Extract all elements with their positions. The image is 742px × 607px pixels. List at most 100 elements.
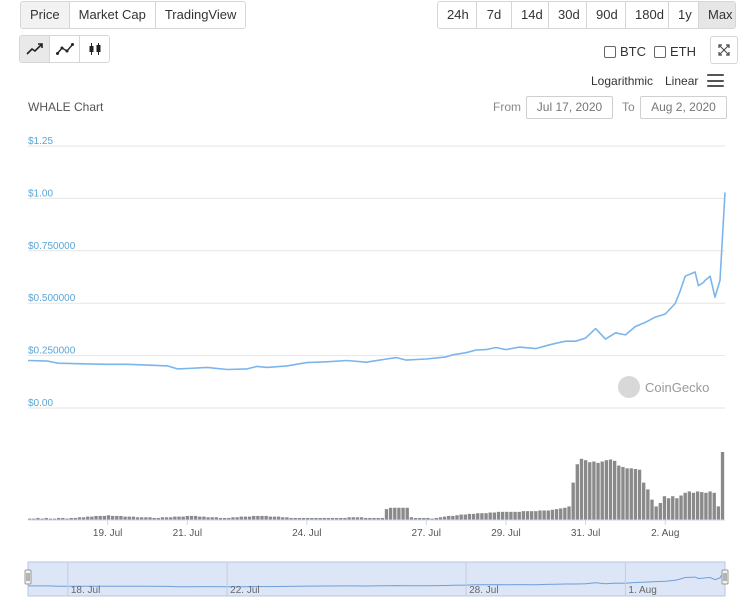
- volume-bar: [679, 495, 683, 520]
- volume-bar: [189, 515, 194, 520]
- volume-bar: [642, 482, 646, 520]
- volume-bar: [517, 511, 521, 520]
- volume-bar: [476, 513, 480, 520]
- volume-bar: [202, 516, 206, 520]
- volume-bar: [256, 515, 260, 520]
- volume-bar: [488, 512, 492, 520]
- volume-bar: [720, 452, 725, 520]
- volume-bar: [252, 515, 256, 520]
- volume-bar: [455, 515, 459, 520]
- volume-bar: [608, 459, 613, 520]
- volume-bar: [496, 511, 501, 520]
- volume-bar: [260, 515, 264, 520]
- volume-bar: [546, 510, 550, 520]
- volume-bar: [173, 516, 177, 520]
- volume-bar: [397, 507, 401, 520]
- navigator-selection: [27, 561, 726, 597]
- volume-bar: [583, 460, 588, 520]
- volume-bar: [563, 507, 567, 520]
- volume-bar: [525, 511, 530, 520]
- volume-bar: [102, 515, 107, 520]
- volume-bar: [98, 515, 102, 520]
- x-tick-label: 2. Aug: [651, 528, 679, 539]
- coingecko-watermark: CoinGecko: [618, 376, 709, 398]
- volume-bar: [691, 492, 696, 520]
- navigator-right-handle[interactable]: [721, 569, 729, 585]
- volume-bar: [264, 515, 268, 520]
- volume-bar: [500, 511, 505, 520]
- y-tick-label: $0.250000: [28, 346, 76, 357]
- y-tick-label: $1.00: [28, 188, 53, 199]
- volume-bar: [94, 515, 98, 520]
- volume-bar: [621, 466, 625, 520]
- navigator-tick-label: 28. Jul: [469, 585, 498, 596]
- volume-bar: [666, 498, 671, 520]
- volume-bar: [401, 507, 405, 520]
- volume-bar: [671, 496, 675, 520]
- volume-bar: [243, 516, 248, 520]
- volume-bar: [467, 513, 472, 520]
- volume-bar: [554, 509, 559, 520]
- volume-bar: [579, 458, 584, 520]
- y-tick-label: $0.500000: [28, 293, 76, 304]
- navigator-tick-label: 18. Jul: [71, 585, 100, 596]
- volume-bar: [393, 507, 397, 520]
- volume-bar: [268, 516, 272, 520]
- navigator-tick-label: 1. Aug: [628, 585, 656, 596]
- volume-bar: [625, 468, 629, 520]
- price-series-line: [27, 192, 726, 371]
- volume-bar: [480, 513, 484, 520]
- volume-bar: [239, 516, 243, 520]
- volume-bar: [272, 516, 277, 520]
- x-tick-label: 21. Jul: [173, 528, 202, 539]
- volume-bar: [177, 516, 181, 520]
- volume-bar: [463, 514, 467, 520]
- volume-bar: [505, 511, 509, 520]
- x-tick-label: 24. Jul: [292, 528, 321, 539]
- volume-bar: [90, 516, 94, 520]
- volume-bar: [708, 491, 712, 520]
- volume-bar: [712, 492, 716, 520]
- volume-bar: [521, 511, 526, 520]
- volume-bar: [115, 515, 119, 520]
- volume-bar: [571, 482, 575, 520]
- x-tick-label: 29. Jul: [491, 528, 520, 539]
- volume-bar: [492, 512, 497, 520]
- volume-bar: [567, 506, 571, 520]
- volume-bar: [388, 507, 393, 520]
- volume-bar: [127, 516, 131, 520]
- volume-bar: [405, 507, 409, 520]
- navigator-left-handle[interactable]: [24, 569, 32, 585]
- volume-bar: [600, 461, 604, 520]
- volume-bar: [662, 496, 667, 520]
- volume-bar: [559, 508, 563, 520]
- volume-bar: [592, 461, 596, 520]
- volume-bar: [198, 516, 202, 520]
- volume-bar: [687, 491, 692, 520]
- volume-bar: [550, 509, 555, 520]
- volume-bar: [588, 462, 592, 520]
- volume-bar: [447, 515, 451, 520]
- y-tick-label: $0.750000: [28, 241, 76, 252]
- volume-bar: [442, 516, 447, 520]
- volume-bar: [384, 509, 389, 520]
- price-chart-svg: $0.00 $0.250000 $0.500000 $0.750000 $1.00 $1.…: [24, 136, 729, 597]
- volume-bar: [650, 499, 654, 520]
- volume-bar: [633, 469, 638, 520]
- volume-bar: [513, 511, 517, 520]
- volume-bar: [700, 492, 704, 520]
- volume-bar: [542, 510, 546, 520]
- volume-bar: [534, 511, 538, 520]
- volume-bar: [612, 460, 617, 520]
- volume-bar: [484, 513, 488, 520]
- volume-bar: [604, 460, 609, 520]
- volume-bar: [654, 506, 658, 520]
- volume-bar: [596, 462, 600, 520]
- volume-bar: [509, 511, 513, 520]
- volume-bar: [704, 492, 708, 520]
- volume-bar: [538, 510, 542, 520]
- volume-bar: [695, 491, 700, 520]
- volume-bar: [86, 516, 90, 520]
- navigator-tick-label: 22. Jul: [230, 585, 259, 596]
- volume-bar: [637, 469, 642, 520]
